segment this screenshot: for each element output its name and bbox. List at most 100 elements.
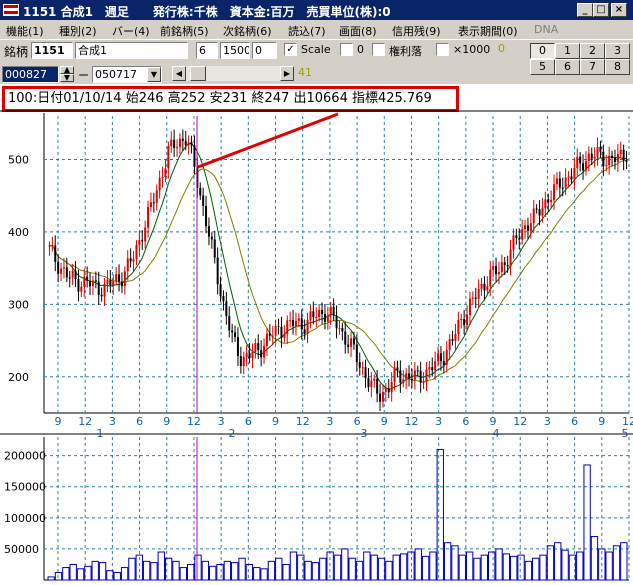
candle-body	[126, 258, 129, 272]
candle-body	[529, 223, 532, 231]
zero-label: 0	[357, 43, 364, 56]
stock-code-field[interactable]: 1151	[31, 42, 73, 59]
candle-body	[74, 270, 77, 279]
candle-body	[181, 138, 184, 141]
volume-bar	[91, 560, 99, 581]
candle-body	[500, 262, 503, 272]
x-tick-label: 3	[544, 415, 551, 428]
candle-body	[364, 367, 367, 379]
volume-bar	[355, 560, 364, 581]
candle-body	[89, 280, 92, 287]
stock-label: 銘柄	[4, 45, 29, 59]
candle-body	[71, 270, 74, 278]
candle-body	[445, 350, 448, 365]
minimize-button[interactable]: _	[577, 3, 593, 17]
date-from-spin-down[interactable]: ▼	[60, 74, 74, 82]
candle-body	[236, 337, 239, 357]
panel-button-0[interactable]: 0	[530, 43, 555, 59]
maximize-button[interactable]: □	[593, 3, 609, 17]
panel-button-3[interactable]: 3	[605, 43, 630, 59]
year-label: 3	[361, 427, 368, 440]
x1000-checkbox[interactable]	[436, 43, 449, 56]
candle-body	[379, 393, 382, 402]
candle-body	[471, 297, 474, 299]
volume-bar	[502, 553, 511, 581]
volume-bar	[385, 560, 393, 581]
y-tick-label: 400	[8, 226, 29, 239]
candle-body	[118, 274, 121, 282]
menu-item-period[interactable]: 表示期間(0)	[458, 23, 518, 39]
panel-button-2[interactable]: 2	[580, 43, 605, 59]
candle-body	[573, 167, 576, 180]
date-from-field[interactable]: 000827	[2, 66, 59, 83]
scroll-thumb[interactable]	[190, 66, 206, 81]
candle-body	[329, 306, 332, 316]
year-label: 5	[622, 427, 629, 440]
scale-checkbox[interactable]: ✓	[284, 43, 297, 56]
menu-item-screen[interactable]: 画面(8)	[339, 23, 377, 39]
scroll-right-button[interactable]: ▶	[280, 66, 294, 81]
candle-body	[564, 177, 567, 188]
menu-bar: 機能(1) 種別(2) バー(4) 前銘柄(5) 次銘柄(6) 読込(7) 画面…	[0, 20, 633, 40]
candle-body	[408, 373, 411, 379]
candle-body	[492, 266, 495, 270]
kenri-checkbox[interactable]	[372, 43, 385, 56]
year-label: 2	[229, 427, 236, 440]
candle-body	[60, 268, 63, 274]
volume-bar	[583, 464, 591, 581]
menu-item-load[interactable]: 読込(7)	[288, 23, 326, 39]
toolbar: 銘柄 1151 合成1 6 1500 0 ✓ Scale 0 権利落 ×1000…	[0, 40, 633, 84]
menu-item-kinou[interactable]: 機能(1)	[6, 23, 44, 39]
volume-bar	[561, 549, 569, 581]
candle-body	[506, 265, 509, 267]
candle-body	[123, 271, 126, 287]
param3-field[interactable]: 0	[252, 42, 277, 59]
candle-body	[515, 235, 518, 239]
candle-body	[480, 283, 483, 289]
panel-button-1[interactable]: 1	[555, 43, 580, 59]
candle-body	[405, 373, 408, 380]
menu-item-margin[interactable]: 信用残(9)	[392, 23, 441, 39]
menu-item-bar[interactable]: バー(4)	[112, 23, 150, 39]
candle-body	[558, 178, 561, 188]
candle-body	[550, 199, 553, 203]
y-tick-label: 500	[8, 153, 29, 166]
param2-field[interactable]: 1500	[220, 42, 250, 59]
panel-button-7[interactable]: 7	[580, 59, 605, 75]
panel-button-6[interactable]: 6	[555, 59, 580, 75]
candle-body	[555, 178, 558, 185]
candle-body	[437, 353, 440, 362]
candle-body	[463, 319, 466, 326]
volume-bar	[76, 568, 85, 581]
close-button[interactable]: ×	[611, 3, 627, 17]
candle-body	[338, 328, 341, 330]
volume-bar	[605, 551, 613, 581]
menu-item-next-stock[interactable]: 次銘柄(6)	[223, 23, 272, 39]
x1000-value: 0	[498, 42, 505, 55]
x-tick-label: 6	[354, 415, 361, 428]
candle-body	[178, 138, 181, 148]
candle-body	[370, 380, 373, 388]
candle-body	[205, 205, 208, 227]
menu-item-shubetsu[interactable]: 種別(2)	[59, 23, 97, 39]
candle-body	[219, 284, 222, 296]
volume-bar	[297, 554, 305, 581]
candle-body	[103, 284, 106, 297]
candle-body	[373, 378, 376, 381]
zero-checkbox[interactable]	[340, 43, 353, 56]
scroll-left-button[interactable]: ◀	[172, 66, 186, 81]
chevron-down-icon[interactable]: ▼	[147, 67, 161, 82]
volume-bar	[473, 557, 481, 581]
x-tick-label: 12	[296, 415, 310, 428]
candle-body	[454, 333, 457, 341]
panel-button-5[interactable]: 5	[530, 59, 555, 75]
candle-body	[593, 156, 596, 159]
candle-body	[91, 280, 94, 287]
stock-name-field[interactable]: 合成1	[75, 42, 188, 59]
candle-body	[65, 267, 68, 278]
param1-field[interactable]: 6	[196, 42, 218, 59]
candle-body	[390, 381, 393, 393]
candle-body	[315, 316, 318, 318]
menu-item-prev-stock[interactable]: 前銘柄(5)	[160, 23, 209, 39]
panel-button-8[interactable]: 8	[605, 59, 630, 75]
